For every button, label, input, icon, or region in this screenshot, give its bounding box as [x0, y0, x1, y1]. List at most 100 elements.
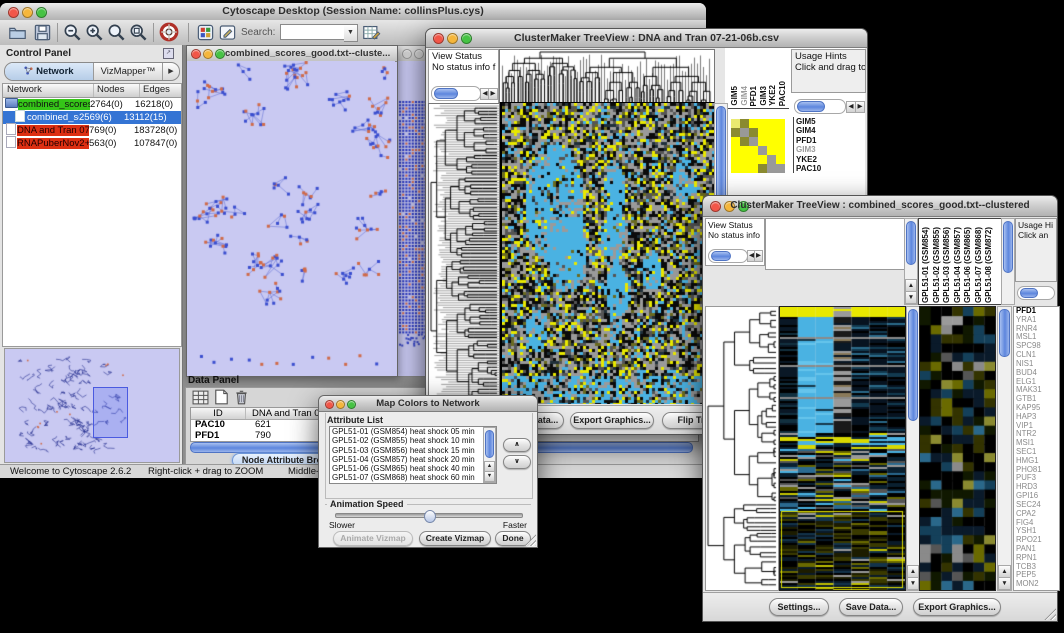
float-panel-icon[interactable]: ↗: [163, 48, 174, 59]
animate-vizmap-button[interactable]: Animate Vizmap: [333, 531, 413, 546]
matrix-cell[interactable]: [758, 146, 767, 155]
scroll-right-arrow[interactable]: ▶: [754, 250, 763, 262]
matrix-cell[interactable]: [767, 119, 776, 128]
view-status-hscrollbar[interactable]: [431, 86, 481, 101]
treeview2-column-label[interactable]: GPL51-06 (GSM865): [963, 227, 972, 303]
network-row[interactable]: DNA and Tran 07 769(0) 183728(0): [3, 124, 181, 137]
zoom-selected-icon[interactable]: [129, 23, 148, 47]
save-icon[interactable]: [33, 23, 52, 47]
close-button[interactable]: [402, 49, 412, 59]
zoom-fit-icon[interactable]: [107, 23, 126, 47]
treeview1-column-label[interactable]: YKE2: [768, 85, 777, 106]
network-graph-canvas[interactable]: [187, 61, 395, 374]
attribute-list-item[interactable]: GPL51-07 (GSM868) heat shock 60 min: [330, 473, 496, 482]
treeview2-heatmap-vscrollbar[interactable]: ▲ ▼: [906, 306, 920, 591]
birdseye-viewport-rect[interactable]: [93, 387, 128, 438]
vscroll-thumb[interactable]: [906, 221, 916, 265]
zoom-in-icon[interactable]: [85, 23, 104, 47]
open-folder-icon[interactable]: [8, 23, 27, 47]
matrix-cell[interactable]: [776, 155, 785, 164]
treeview2-column-label[interactable]: GPL51-07 (GSM868): [974, 227, 983, 303]
treeview2-zoom-vscrollbar[interactable]: ▲ ▼: [997, 306, 1012, 591]
treeview1-column-label[interactable]: PAC10: [778, 81, 787, 106]
vizmapper-icon[interactable]: [196, 23, 215, 47]
minimize-button[interactable]: [414, 49, 424, 59]
view-status-hscrollbar[interactable]: [708, 249, 748, 263]
animation-speed-slider[interactable]: [335, 513, 523, 518]
matrix-cell[interactable]: [740, 119, 749, 128]
matrix-cell[interactable]: [749, 119, 758, 128]
matrix-cell[interactable]: [749, 164, 758, 173]
treeview1-matrix-row-label[interactable]: GIM4: [796, 126, 860, 135]
treeview1-matrix-row-label[interactable]: PFD1: [796, 136, 860, 145]
matrix-cell[interactable]: [767, 146, 776, 155]
treeview2-column-label[interactable]: GPL51-02 (GSM855): [932, 227, 941, 303]
create-vizmap-button[interactable]: Create Vizmap: [419, 531, 491, 546]
treeview1-matrix-row-label[interactable]: YKE2: [796, 155, 860, 164]
treeview2-zoom-heatmap[interactable]: [919, 306, 996, 591]
treeview1-matrix-row-label[interactable]: GIM3: [796, 145, 860, 154]
matrix-cell[interactable]: [731, 146, 740, 155]
matrix-cell[interactable]: [758, 128, 767, 137]
treeview2-heatmap[interactable]: [779, 306, 906, 591]
network-row[interactable]: combined_scores 2764(0) 16218(0): [3, 98, 181, 111]
treeview1-column-label[interactable]: GIM5: [730, 86, 739, 106]
matrix-cell[interactable]: [731, 119, 740, 128]
annotation-icon[interactable]: [218, 23, 237, 47]
move-down-button[interactable]: ∨: [503, 455, 531, 469]
export-graphics-button[interactable]: Export Graphics...: [913, 598, 1001, 616]
birdseye-canvas[interactable]: [5, 349, 177, 460]
matrix-cell[interactable]: [749, 146, 758, 155]
help-lifesaver-icon[interactable]: [159, 22, 179, 47]
matrix-cell[interactable]: [758, 119, 767, 128]
resize-grip[interactable]: [1043, 607, 1056, 620]
treeview1-correlation-matrix[interactable]: [731, 119, 785, 173]
matrix-cell[interactable]: [767, 128, 776, 137]
attribute-list-item[interactable]: GPL51-06 (GSM865) heat shock 40 min: [330, 464, 496, 473]
search-dropdown-button[interactable]: ▼: [344, 24, 358, 42]
treeview1-heatmap[interactable]: [500, 103, 714, 404]
matrix-cell[interactable]: [776, 128, 785, 137]
treeview2-column-dendrogram[interactable]: [765, 218, 906, 270]
usage-hints-hscrollbar[interactable]: [1017, 286, 1055, 300]
treeview1-column-dendrogram[interactable]: [499, 49, 715, 104]
treeview2-labels-vscrollbar[interactable]: [1001, 218, 1015, 305]
matrix-cell[interactable]: [758, 137, 767, 146]
close-button[interactable]: [191, 49, 201, 59]
scroll-down-arrow[interactable]: ▼: [998, 577, 1011, 590]
matrix-cell[interactable]: [731, 137, 740, 146]
matrix-cell[interactable]: [740, 146, 749, 155]
matrix-cell[interactable]: [740, 164, 749, 173]
matrix-cell[interactable]: [749, 155, 758, 164]
attribute-list[interactable]: GPL51-01 (GSM854) heat shock 05 minGPL51…: [329, 426, 497, 484]
matrix-cell[interactable]: [776, 146, 785, 155]
scroll-down-arrow[interactable]: ▼: [907, 577, 919, 590]
matrix-cell[interactable]: [731, 164, 740, 173]
network-window-titlebar[interactable]: combined_scores_good.txt--cluste...: [187, 46, 397, 62]
attribute-list-item[interactable]: GPL51-03 (GSM856) heat shock 15 min: [330, 446, 496, 455]
treeview2-column-label[interactable]: GPL51-08 (GSM872): [984, 227, 993, 303]
network-row-selected[interactable]: combined_sco 2569(6) 13112(15): [3, 111, 181, 124]
treeview1-titlebar[interactable]: ClusterMaker TreeView : DNA and Tran 07-…: [426, 29, 867, 48]
save-data-button[interactable]: Save Data...: [839, 598, 903, 616]
matrix-cell[interactable]: [758, 164, 767, 173]
matrix-cell[interactable]: [731, 155, 740, 164]
tab-overflow-arrow[interactable]: ▶: [163, 63, 179, 80]
treeview2-column-label[interactable]: GPL51-01 (GSM854): [921, 227, 930, 303]
gene-label[interactable]: MON2: [1016, 580, 1059, 589]
scroll-down-arrow[interactable]: ▼: [484, 471, 495, 482]
attribute-list-item[interactable]: GPL51-04 (GSM857) heat shock 20 min: [330, 455, 496, 464]
export-graphics-button[interactable]: Export Graphics...: [570, 412, 654, 429]
treeview2-row-dendrogram[interactable]: [705, 306, 779, 591]
matrix-cell[interactable]: [758, 155, 767, 164]
scroll-right-arrow[interactable]: ▶: [855, 101, 865, 113]
matrix-cell[interactable]: [767, 155, 776, 164]
treeview1-matrix-row-label[interactable]: PAC10: [796, 164, 860, 173]
search-input[interactable]: [280, 24, 348, 40]
vscroll-thumb[interactable]: [1003, 221, 1013, 273]
tab-vizmapper[interactable]: VizMapper™: [94, 63, 163, 80]
attribute-list-item[interactable]: GPL51-02 (GSM855) heat shock 10 min: [330, 436, 496, 445]
matrix-cell[interactable]: [740, 155, 749, 164]
matrix-cell[interactable]: [749, 128, 758, 137]
treeview2-column-label[interactable]: GPL51-03 (GSM856): [942, 227, 951, 303]
